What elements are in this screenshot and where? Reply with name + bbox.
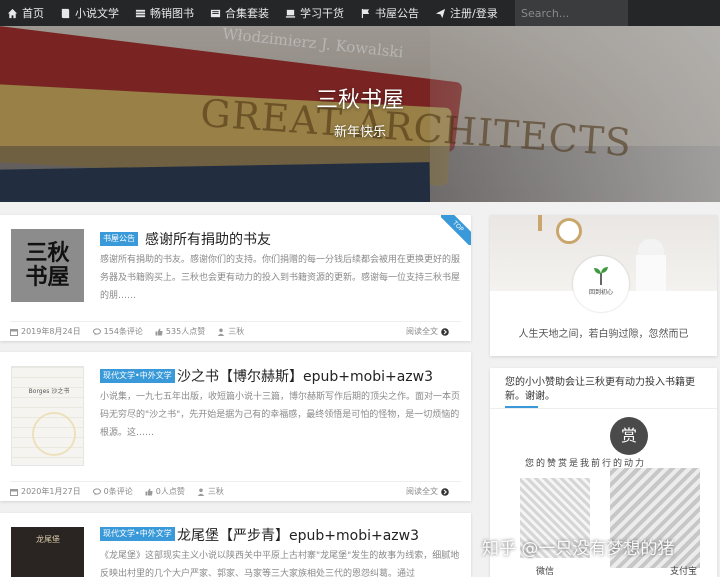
calendar-icon xyxy=(10,488,18,496)
nav-collections[interactable]: 合集套装 xyxy=(203,0,278,26)
post-date-text: 2020年1月27日 xyxy=(21,487,81,496)
sprout-icon xyxy=(594,267,608,285)
post-card: Borges 沙之书 现代文学•中外文学 沙之书【博尔赫斯】epub+mobi+… xyxy=(0,352,471,501)
donate-heading: 您的小小赞助会让三秋更有动力投入书籍更新。谢谢。 xyxy=(505,377,695,402)
donate-divider xyxy=(490,408,717,409)
post-category-badge[interactable]: 书屋公告 xyxy=(100,232,138,246)
hero-overlay xyxy=(0,26,720,202)
post-comments-text: 154条评论 xyxy=(103,327,143,336)
reward-badge[interactable]: 赏 xyxy=(610,417,648,455)
nav-bestsellers-label: 畅销图书 xyxy=(150,7,194,20)
laptop-icon xyxy=(285,9,296,18)
clock-icon xyxy=(556,218,582,244)
site-title[interactable]: 三秋书屋 xyxy=(0,82,720,114)
post-thumbnail[interactable]: 三秋书屋 xyxy=(11,229,84,302)
arrow-right-circle-icon xyxy=(441,327,449,336)
thumbnail-text: Borges 沙之书 xyxy=(28,388,70,395)
avatar-text: 回到初心 xyxy=(588,289,613,296)
post-date-text: 2019年8月24日 xyxy=(21,327,81,336)
post-date: 2019年8月24日 xyxy=(10,326,81,337)
nav-login[interactable]: 注册/登录 xyxy=(428,0,507,26)
post-comments[interactable]: 0条评论 xyxy=(92,486,133,497)
nav-home-label: 首页 xyxy=(22,7,44,20)
site-subtitle: 新年快乐 xyxy=(333,125,386,140)
nav-collections-label: 合集套装 xyxy=(225,7,269,20)
nav-login-label: 注册/登录 xyxy=(450,7,498,20)
search-input[interactable] xyxy=(515,0,628,26)
profile-motto: 人生天地之间，若白驹过隙，忽然而已 xyxy=(518,329,689,340)
thumbnail-text: 龙尾堡 xyxy=(36,535,60,544)
zhihu-watermark: 知乎 @一只没有梦想的猪 xyxy=(482,539,675,559)
post-title[interactable]: 感谢所有捐助的书友 xyxy=(145,229,271,249)
post-likes-text: 535人点赞 xyxy=(165,327,206,336)
sidebar-profile-card: 回到初心 人生天地之间，若白驹过隙，忽然而已 xyxy=(490,215,717,356)
book-icon xyxy=(61,8,70,18)
arrow-right-circle-icon xyxy=(441,487,449,496)
nav-announcements[interactable]: 书屋公告 xyxy=(353,0,428,26)
nav-bestsellers[interactable]: 畅销图书 xyxy=(128,0,203,26)
post-excerpt: 小说集，一九七五年出版，收短篇小说十三篇，博尔赫斯写作后期的顶尖之作。面对一本页… xyxy=(100,392,461,438)
post-card: TOP 三秋书屋 书屋公告 感谢所有捐助的书友 感谢所有捐助的书友。感谢你们的支… xyxy=(0,215,471,341)
comment-icon xyxy=(92,487,101,495)
post-likes[interactable]: 0人点赞 xyxy=(145,486,185,497)
post-comments-text: 0条评论 xyxy=(103,487,133,496)
post-card: 龙尾堡 现代文学•中外文学 龙尾堡【严步青】epub+mobi+azw3 《龙尾… xyxy=(0,513,471,577)
alipay-label: 支付宝 xyxy=(670,567,698,577)
top-ribbon: TOP xyxy=(441,215,471,245)
comment-icon xyxy=(92,327,101,335)
post-title[interactable]: 沙之书【博尔赫斯】epub+mobi+azw3 xyxy=(177,366,433,386)
nav-study[interactable]: 学习干货 xyxy=(278,0,353,26)
read-more-text: 阅读全文 xyxy=(406,327,438,336)
wechat-label: 微信 xyxy=(536,567,555,577)
calendar-icon xyxy=(10,328,18,336)
post-meta: 2020年1月27日 0条评论 0人点赞 三秋 阅读全文 xyxy=(10,481,461,501)
post-thumbnail[interactable]: 龙尾堡 xyxy=(11,527,84,577)
nav-home[interactable]: 首页 xyxy=(0,0,53,26)
folder-icon xyxy=(210,9,221,17)
thumbnail-text: 三秋书屋 xyxy=(25,240,70,290)
post-category-badge[interactable]: 现代文学•中外文学 xyxy=(100,527,175,541)
send-icon xyxy=(435,8,446,18)
nav-novels-label: 小说文学 xyxy=(75,7,119,20)
read-more-link[interactable]: 阅读全文 xyxy=(406,486,449,497)
post-author-text: 三秋 xyxy=(228,327,245,336)
post-comments[interactable]: 154条评论 xyxy=(92,326,143,337)
read-more-text: 阅读全文 xyxy=(406,487,438,496)
post-likes-text: 0人点赞 xyxy=(155,487,185,496)
thumbs-up-icon xyxy=(145,488,153,495)
thumbs-up-icon xyxy=(155,328,163,335)
user-icon xyxy=(218,328,225,336)
read-more-link[interactable]: 阅读全文 xyxy=(406,326,449,337)
nav-announcements-label: 书屋公告 xyxy=(375,7,419,20)
user-icon xyxy=(197,488,205,496)
home-icon xyxy=(7,8,18,18)
post-likes[interactable]: 535人点赞 xyxy=(155,326,205,337)
post-meta: 2019年8月24日 154条评论 535人点赞 三秋 阅读全文 xyxy=(10,321,461,341)
post-excerpt: 《龙尾堡》这部现实主义小说以陕西关中平原上古村寨"龙尾堡"发生的故事为线索，细腻… xyxy=(100,551,460,577)
post-author-text: 三秋 xyxy=(207,487,224,496)
post-author[interactable]: 三秋 xyxy=(197,486,224,497)
flag-icon xyxy=(361,8,370,18)
top-ribbon-label: TOP xyxy=(441,215,471,245)
hero-banner: Włodzimierz J. Kowalski GREAT ARCHITECTS… xyxy=(0,26,720,202)
post-date: 2020年1月27日 xyxy=(10,486,81,497)
nav-study-label: 学习干货 xyxy=(300,7,344,20)
donate-heading-underline xyxy=(505,406,538,408)
nav-novels[interactable]: 小说文学 xyxy=(53,0,128,26)
top-navbar: 首页 小说文学 畅销图书 合集套装 学习干货 书屋公告 注册/登录 xyxy=(0,0,720,26)
post-excerpt: 感谢所有捐助的书友。感谢你们的支持。你们捐赠的每一分钱后续都会被用在更换更好的服… xyxy=(100,255,461,301)
avatar[interactable]: 回到初心 xyxy=(573,256,629,312)
post-category-badge[interactable]: 现代文学•中外文学 xyxy=(100,369,175,383)
post-thumbnail[interactable]: Borges 沙之书 xyxy=(11,366,84,466)
post-author[interactable]: 三秋 xyxy=(217,326,244,337)
post-title[interactable]: 龙尾堡【严步青】epub+mobi+azw3 xyxy=(177,525,419,545)
list-icon xyxy=(135,9,146,17)
